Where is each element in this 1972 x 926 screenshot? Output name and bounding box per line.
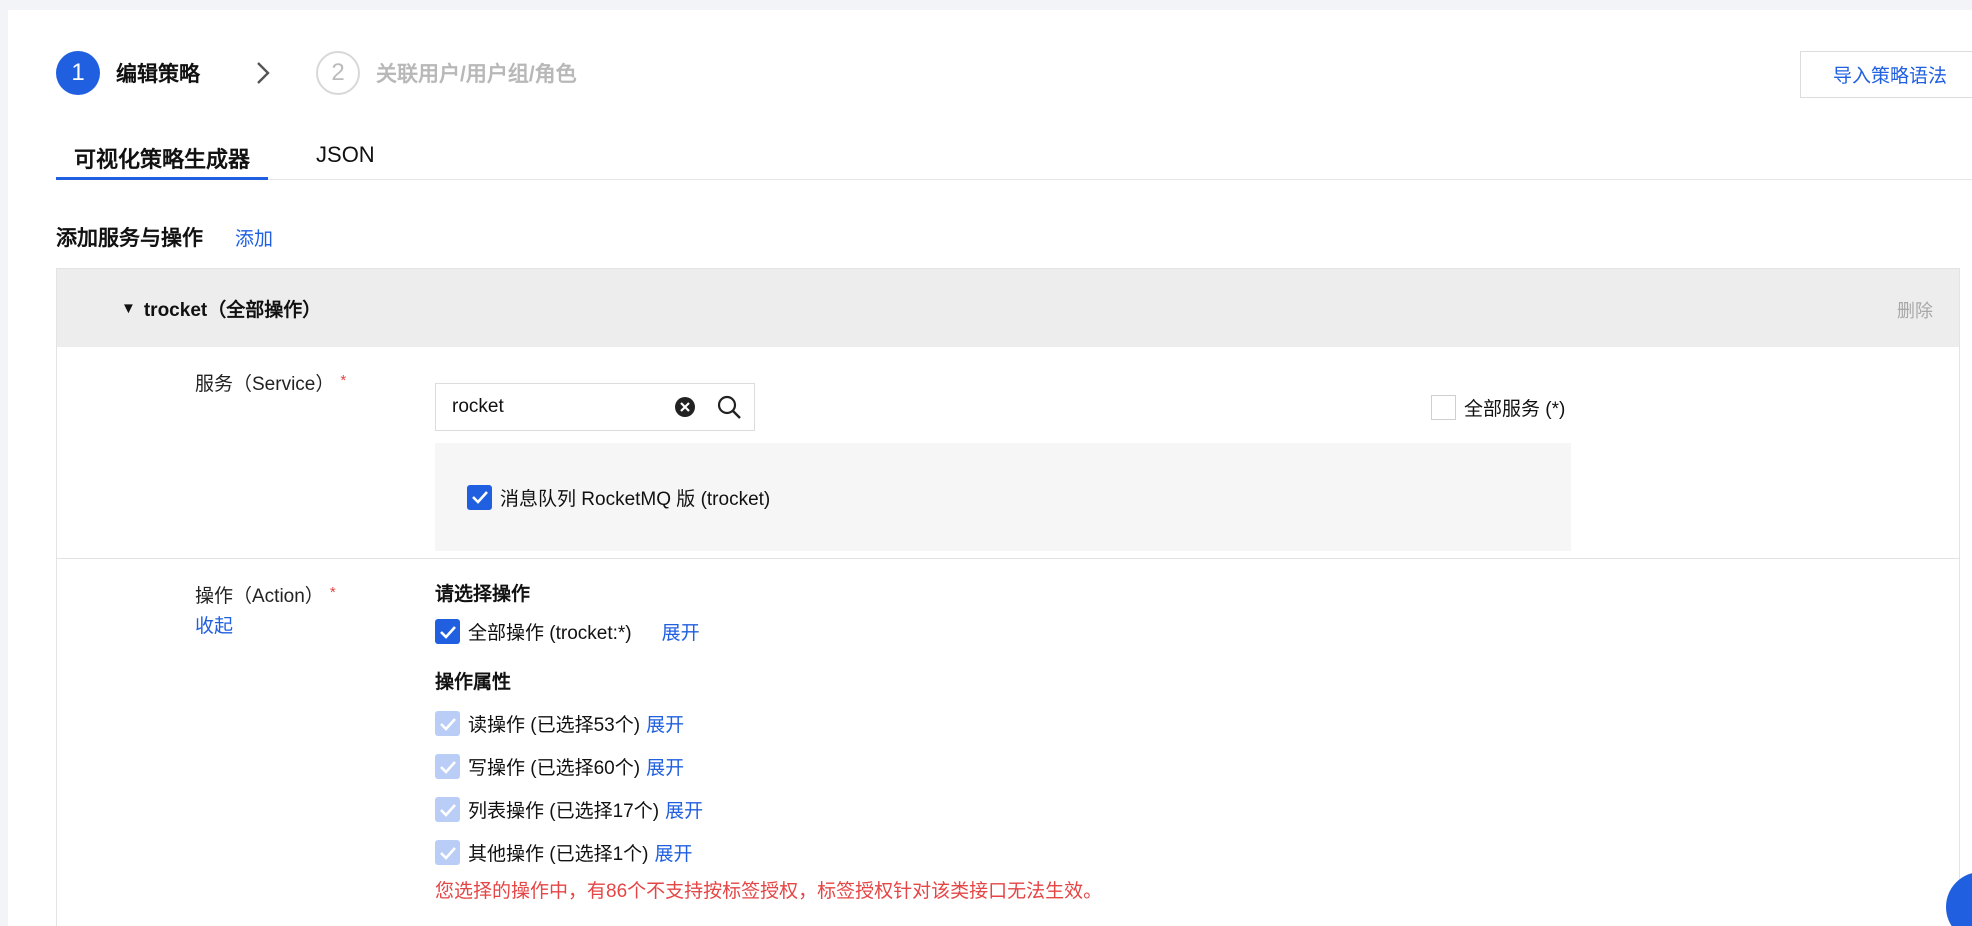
step-2-label: 关联用户/用户组/角色: [376, 63, 577, 86]
attr-other-checkbox[interactable]: [435, 840, 460, 865]
service-result-checkbox[interactable]: [467, 484, 492, 510]
expand-all-actions-link[interactable]: 展开: [662, 618, 700, 645]
action-row: 操作（Action） * 收起 请选择操作 全部操作 (trocket:*) 展开…: [57, 559, 1959, 926]
tab-visual-generator[interactable]: 可视化策略生成器: [56, 132, 269, 180]
required-mark: *: [329, 584, 336, 601]
attr-read-label: 读操作 (已选择53个): [468, 715, 641, 736]
all-services-label: 全部服务 (*): [1464, 399, 1566, 420]
attr-list-checkbox[interactable]: [435, 797, 460, 822]
search-value[interactable]: rocket: [452, 396, 670, 418]
attr-option-other[interactable]: 其他操作 (已选择1个) 展开: [435, 839, 1102, 866]
search-icon[interactable]: [714, 392, 744, 422]
action-selector: 请选择操作 全部操作 (trocket:*) 展开 操作属性 读操作 (已选择5…: [435, 579, 1102, 903]
service-card: ▼ trocket（全部操作） 删除 服务（Service） * rocket 全…: [56, 268, 1960, 926]
attr-other-expand-link[interactable]: 展开: [655, 839, 693, 866]
all-services-checkbox[interactable]: [1431, 395, 1456, 420]
attr-read-expand-link[interactable]: 展开: [646, 710, 684, 737]
policy-editor-page: 1 编辑策略 2 关联用户/用户组/角色 导入策略语法 可视化策略生成器 JSO…: [8, 10, 1972, 926]
caret-down-icon[interactable]: ▼: [121, 300, 136, 317]
chevron-right-icon: [256, 61, 270, 85]
attr-list-expand-link[interactable]: 展开: [665, 796, 703, 823]
all-actions-checkbox[interactable]: [435, 619, 460, 644]
editor-tabs: 可视化策略生成器 JSON: [56, 132, 1972, 180]
action-label-group: 操作（Action） *: [195, 581, 336, 608]
service-label: 服务（Service）: [195, 374, 335, 395]
service-result-label: 消息队列 RocketMQ 版 (trocket): [500, 488, 771, 510]
attr-option-read[interactable]: 读操作 (已选择53个) 展开: [435, 710, 1102, 737]
collapse-link[interactable]: 收起: [195, 611, 233, 638]
all-services-option[interactable]: 全部服务 (*): [1431, 394, 1565, 421]
clear-icon[interactable]: [670, 392, 700, 422]
tag-auth-warning: 您选择的操作中，有86个不支持按标签授权，标签授权针对该类接口无法生效。: [435, 881, 1103, 902]
all-actions-option[interactable]: 全部操作 (trocket:*) 展开: [435, 618, 1102, 645]
attr-list-label: 列表操作 (已选择17个): [468, 801, 660, 822]
required-mark: *: [340, 372, 347, 389]
import-policy-syntax-button[interactable]: 导入策略语法: [1800, 51, 1972, 98]
section-title: 添加服务与操作: [56, 227, 203, 250]
card-header[interactable]: ▼ trocket（全部操作） 删除: [57, 269, 1959, 347]
step-1-badge: 1: [56, 51, 100, 95]
attr-option-list[interactable]: 列表操作 (已选择17个) 展开: [435, 796, 1102, 823]
service-search-input[interactable]: rocket: [435, 383, 755, 431]
card-title: trocket（全部操作）: [143, 299, 322, 321]
attr-option-write[interactable]: 写操作 (已选择60个) 展开: [435, 753, 1102, 780]
attr-write-checkbox[interactable]: [435, 754, 460, 779]
service-row: 服务（Service） * rocket 全部服务 (*) 消息队列 Rocke…: [57, 347, 1959, 559]
all-actions-label: 全部操作 (trocket:*): [468, 623, 632, 644]
attr-write-expand-link[interactable]: 展开: [646, 753, 684, 780]
tab-json[interactable]: JSON: [298, 132, 393, 180]
step-1-label: 编辑策略: [116, 63, 200, 86]
add-service-link[interactable]: 添加: [235, 224, 273, 251]
section-header: 添加服务与操作 添加: [56, 222, 273, 252]
step-indicator: 1 编辑策略 2 关联用户/用户组/角色: [56, 50, 577, 96]
select-action-title: 请选择操作: [435, 584, 531, 605]
delete-button[interactable]: 删除: [1897, 297, 1933, 323]
attr-write-label: 写操作 (已选择60个): [468, 758, 641, 779]
action-attr-title: 操作属性: [435, 672, 512, 693]
attr-other-label: 其他操作 (已选择1个): [468, 844, 649, 865]
attr-read-checkbox[interactable]: [435, 711, 460, 736]
step-2-badge: 2: [316, 51, 360, 95]
service-result-panel: 消息队列 RocketMQ 版 (trocket): [435, 443, 1571, 551]
action-label: 操作（Action）: [195, 586, 324, 607]
service-label-group: 服务（Service） *: [195, 369, 346, 396]
